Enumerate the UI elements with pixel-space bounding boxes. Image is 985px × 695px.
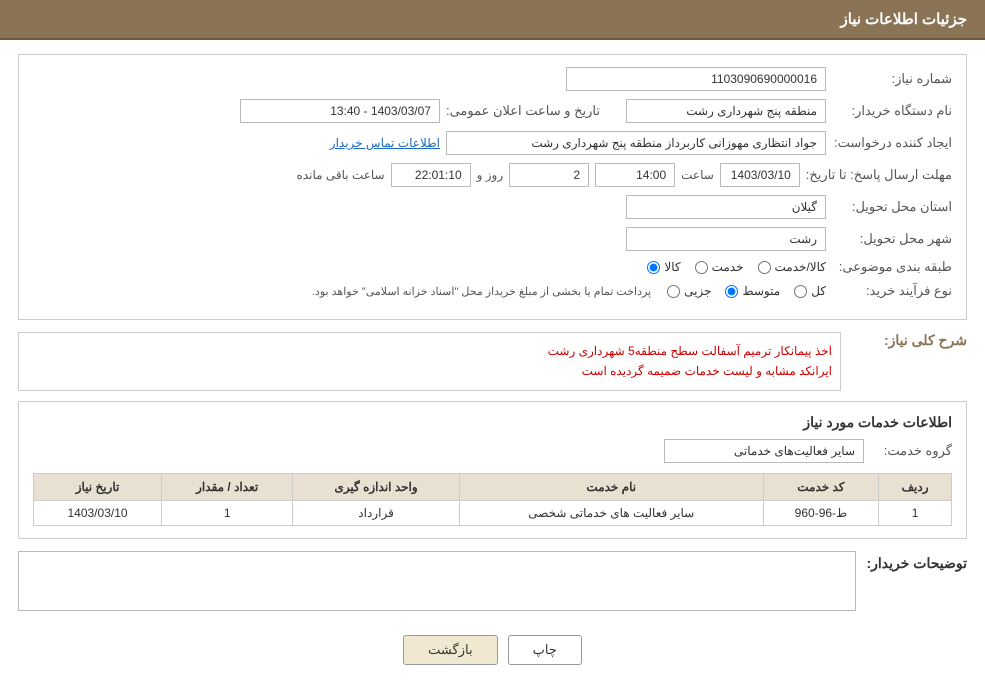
- table-cell-1: ط-96-960: [763, 500, 878, 525]
- col-row-num: ردیف: [879, 473, 952, 500]
- services-table: ردیف کد خدمت نام خدمت واحد اندازه گیری ت…: [33, 473, 952, 526]
- description-box: اخذ پیمانکار ترمیم آسفالت سطح منطقه5 شهر…: [18, 332, 841, 391]
- purchase-option-jozyi[interactable]: جزیی: [667, 284, 711, 298]
- deadline-remaining: 22:01:10: [391, 163, 471, 187]
- group-row: گروه خدمت: سایر فعالیت‌های خدماتی: [33, 439, 952, 463]
- contact-link[interactable]: اطلاعات تماس خریدار: [330, 136, 440, 150]
- city-label: شهر محل تحویل:: [832, 231, 952, 247]
- table-row: 1ط-96-960سایر فعالیت های خدماتی شخصیقرار…: [34, 500, 952, 525]
- city-value: رشت: [626, 227, 826, 251]
- description-title: شرح کلی نیاز:: [847, 332, 967, 349]
- purchase-type-label: نوع فرآیند خرید:: [832, 283, 952, 299]
- main-form-section: شماره نیاز: 1103090690000016 نام دستگاه …: [18, 54, 967, 320]
- buyer-desc-label: توضیحات خریدار:: [866, 551, 967, 572]
- category-kala-label: کالا: [664, 260, 680, 274]
- description-section: شرح کلی نیاز: اخذ پیمانکار ترمیم آسفالت …: [18, 332, 967, 391]
- purchase-motavasset-label: متوسط: [742, 284, 780, 298]
- description-line1: اخذ پیمانکار ترمیم آسفالت سطح منطقه5 شهر…: [27, 341, 832, 361]
- services-table-body: 1ط-96-960سایر فعالیت های خدماتی شخصیقرار…: [34, 500, 952, 525]
- requester-row: ایجاد کننده درخواست: جواد انتظاری مهوزان…: [33, 131, 952, 155]
- deadline-days-label: روز و: [477, 168, 504, 182]
- city-row: شهر محل تحویل: رشت: [33, 227, 952, 251]
- province-row: استان محل تحویل: گیلان: [33, 195, 952, 219]
- purchase-jozyi-label: جزیی: [684, 284, 711, 298]
- requester-value: جواد انتظاری مهوزانی کاربرداز منطقه پنج …: [446, 131, 826, 155]
- footer-buttons: چاپ بازگشت: [18, 625, 967, 681]
- purchase-type-row: نوع فرآیند خرید: جزیی متوسط کل پر: [33, 283, 952, 299]
- services-title: اطلاعات خدمات مورد نیاز: [33, 414, 952, 431]
- buyer-desc-textarea[interactable]: [18, 551, 856, 611]
- category-kala-radio[interactable]: [647, 261, 660, 274]
- table-cell-3: قرارداد: [293, 500, 459, 525]
- category-kala-khedmat-label: کالا/خدمت: [775, 260, 826, 274]
- table-cell-0: 1: [879, 500, 952, 525]
- services-section: اطلاعات خدمات مورد نیاز گروه خدمت: سایر …: [18, 401, 967, 539]
- org-date-row: نام دستگاه خریدار: منطقه پنج شهرداری رشت…: [33, 99, 952, 123]
- date-value: 1403/03/07 - 13:40: [240, 99, 440, 123]
- purchase-type-radio-group: جزیی متوسط کل: [667, 284, 826, 298]
- requester-label: ایجاد کننده درخواست:: [832, 135, 952, 151]
- province-value: گیلان: [626, 195, 826, 219]
- purchase-motavasset-radio[interactable]: [725, 285, 738, 298]
- category-label: طبقه بندی موضوعی:: [832, 259, 952, 275]
- table-cell-2: سایر فعالیت های خدماتی شخصی: [459, 500, 763, 525]
- order-number-row: شماره نیاز: 1103090690000016: [33, 67, 952, 91]
- back-button[interactable]: بازگشت: [403, 635, 497, 665]
- group-label: گروه خدمت:: [872, 443, 952, 459]
- print-button[interactable]: چاپ: [508, 635, 582, 665]
- col-date: تاریخ نیاز: [34, 473, 162, 500]
- province-label: استان محل تحویل:: [832, 199, 952, 215]
- purchase-option-motavasset[interactable]: متوسط: [725, 284, 780, 298]
- category-option-kala[interactable]: کالا: [647, 260, 680, 274]
- category-khedmat-label: خدمت: [712, 260, 744, 274]
- category-kala-khedmat-radio[interactable]: [758, 261, 771, 274]
- category-option-khedmat[interactable]: خدمت: [695, 260, 744, 274]
- category-option-kala-khedmat[interactable]: کالا/خدمت: [758, 260, 826, 274]
- services-header-row: ردیف کد خدمت نام خدمت واحد اندازه گیری ت…: [34, 473, 952, 500]
- order-number-value: 1103090690000016: [566, 67, 826, 91]
- page-header: جزئیات اطلاعات نیاز: [0, 0, 985, 40]
- buyer-org-label: نام دستگاه خریدار:: [832, 103, 952, 119]
- page-wrapper: جزئیات اطلاعات نیاز شماره نیاز: 11030906…: [0, 0, 985, 695]
- services-table-head: ردیف کد خدمت نام خدمت واحد اندازه گیری ت…: [34, 473, 952, 500]
- table-cell-5: 1403/03/10: [34, 500, 162, 525]
- deadline-time-label: ساعت: [681, 168, 714, 182]
- deadline-days: 2: [509, 163, 589, 187]
- table-cell-4: 1: [162, 500, 293, 525]
- category-khedmat-radio[interactable]: [695, 261, 708, 274]
- purchase-kol-radio[interactable]: [794, 285, 807, 298]
- col-unit: واحد اندازه گیری: [293, 473, 459, 500]
- col-code: کد خدمت: [763, 473, 878, 500]
- deadline-row: مهلت ارسال پاسخ: تا تاریخ: 1403/03/10 سا…: [33, 163, 952, 187]
- purchase-kol-label: کل: [811, 284, 826, 298]
- deadline-time: 14:00: [595, 163, 675, 187]
- buyer-org-value: منطقه پنج شهرداری رشت: [626, 99, 826, 123]
- category-row: طبقه بندی موضوعی: کالا خدمت کالا/خدمت: [33, 259, 952, 275]
- deadline-date: 1403/03/10: [720, 163, 800, 187]
- purchase-option-kol[interactable]: کل: [794, 284, 826, 298]
- col-qty: تعداد / مقدار: [162, 473, 293, 500]
- deadline-label: مهلت ارسال پاسخ: تا تاریخ:: [806, 167, 952, 183]
- group-value: سایر فعالیت‌های خدماتی: [664, 439, 864, 463]
- col-name: نام خدمت: [459, 473, 763, 500]
- order-number-label: شماره نیاز:: [832, 71, 952, 87]
- description-line2: ایرانکد مشابه و لیست خدمات ضمیمه گردیده …: [27, 361, 832, 381]
- purchase-note: پرداخت تمام یا بخشی از مبلغ خریداز محل "…: [312, 285, 651, 298]
- date-label: تاریخ و ساعت اعلان عمومی:: [446, 103, 600, 119]
- page-title: جزئیات اطلاعات نیاز: [841, 11, 968, 28]
- content-area: شماره نیاز: 1103090690000016 نام دستگاه …: [0, 40, 985, 695]
- purchase-jozyi-radio[interactable]: [667, 285, 680, 298]
- category-radio-group: کالا خدمت کالا/خدمت: [647, 260, 826, 274]
- deadline-remaining-label: ساعت باقی مانده: [297, 168, 385, 182]
- buyer-desc-section: توضیحات خریدار:: [18, 551, 967, 611]
